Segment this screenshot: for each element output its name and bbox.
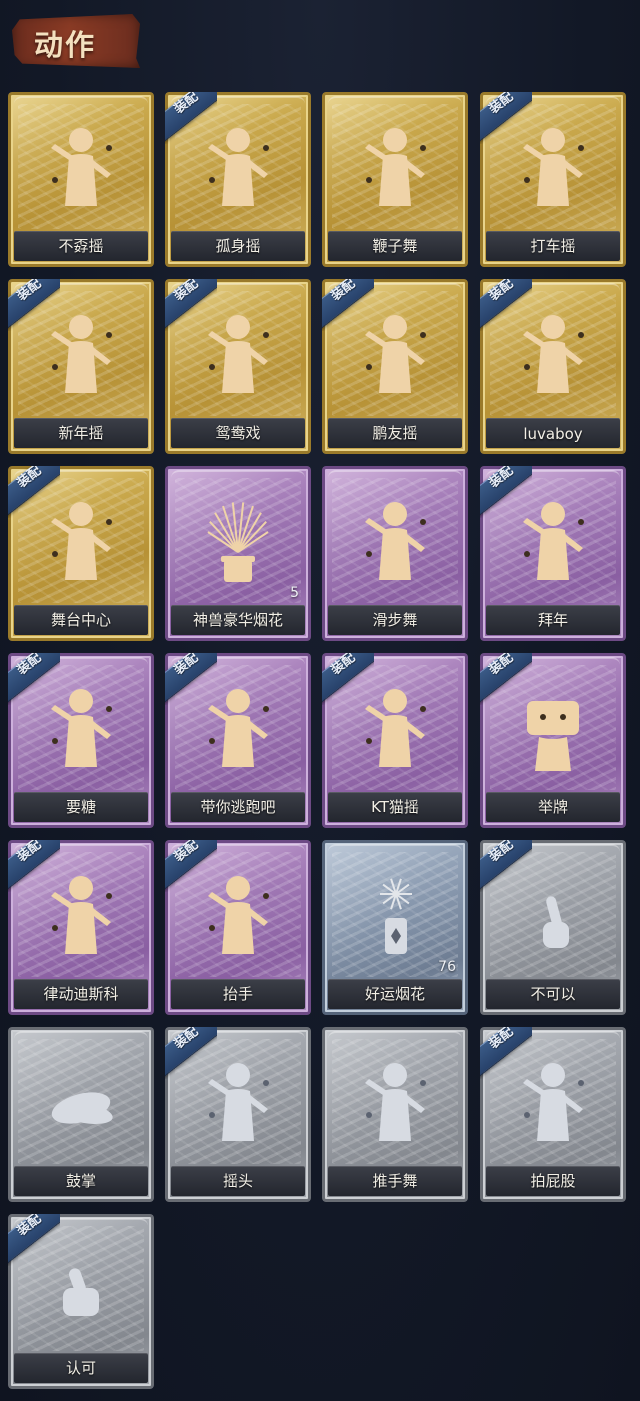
emote-card[interactable]: 鞭子舞	[322, 92, 468, 267]
card-label: 新年摇	[58, 424, 104, 442]
emote-grid: 不孬摇 孤身摇 装配 鞭子舞 打车摇 装配 新年摇 装配 鸳鸯戏 装配 鹏友摇 装配 luvaboy 装配…	[0, 0, 640, 1401]
clap-hands-icon	[41, 1053, 121, 1153]
equipped-badge: 装配	[480, 1027, 532, 1079]
card-label: 滑步舞	[372, 611, 418, 629]
emote-card[interactable]: 不孬摇	[8, 92, 154, 267]
card-label: 不孬摇	[58, 237, 104, 255]
dance-figure-icon	[41, 118, 121, 218]
card-label: luvaboy	[523, 425, 583, 443]
equipped-badge: 装配	[480, 653, 532, 705]
card-label: 要糖	[65, 798, 96, 816]
push-hands-figure-icon	[355, 1053, 435, 1153]
emote-card[interactable]: 5 神兽豪华烟花	[165, 466, 311, 641]
emote-card[interactable]: 76 好运烟花	[322, 840, 468, 1015]
card-label: 摇头	[222, 1172, 253, 1190]
card-label: 不可以	[530, 985, 576, 1003]
equipped-badge: 装配	[480, 840, 532, 892]
card-label: 认可	[65, 1359, 96, 1377]
card-label: 鸳鸯戏	[215, 424, 261, 442]
equipped-badge: 装配	[165, 1027, 217, 1079]
equipped-badge: 装配	[165, 92, 217, 144]
emote-card[interactable]: 滑步舞	[322, 466, 468, 641]
equipped-badge: 装配	[480, 92, 532, 144]
equipped-badge: 装配	[322, 653, 374, 705]
card-label: 抬手	[222, 985, 253, 1003]
equipped-badge: 装配	[8, 840, 60, 892]
emote-card[interactable]: 鹏友摇 装配	[322, 279, 468, 454]
card-label: 鼓掌	[65, 1172, 96, 1190]
card-label: 神兽豪华烟花	[192, 611, 283, 629]
card-label: 舞台中心	[50, 611, 111, 629]
emote-card[interactable]: 拜年 装配	[480, 466, 626, 641]
emote-card[interactable]: 要糖 装配	[8, 653, 154, 828]
card-label: 拜年	[537, 611, 568, 629]
emote-card[interactable]: 抬手 装配	[165, 840, 311, 1015]
equipped-badge: 装配	[480, 279, 532, 331]
emote-card[interactable]: 不可以 装配	[480, 840, 626, 1015]
card-label: 好运烟花	[364, 985, 425, 1003]
emote-card[interactable]: 舞台中心 装配	[8, 466, 154, 641]
emote-card[interactable]: 律动迪斯科 装配	[8, 840, 154, 1015]
emote-card[interactable]: 鼓掌	[8, 1027, 154, 1202]
dance-figure-icon	[355, 492, 435, 592]
card-label: 拍屁股	[530, 1172, 576, 1190]
card-label: 举牌	[537, 798, 568, 816]
emote-card[interactable]: 举牌 装配	[480, 653, 626, 828]
emote-card[interactable]: 孤身摇 装配	[165, 92, 311, 267]
equipped-badge: 装配	[322, 279, 374, 331]
equipped-badge: 装配	[8, 653, 60, 705]
emote-card[interactable]: 推手舞	[322, 1027, 468, 1202]
card-label: 打车摇	[530, 237, 576, 255]
emote-card[interactable]: luvaboy 装配	[480, 279, 626, 454]
item-count: 76	[438, 959, 456, 975]
emote-card[interactable]: KT猫摇 装配	[322, 653, 468, 828]
fireworks-pot-icon	[198, 492, 278, 592]
card-label: 带你逃跑吧	[200, 798, 276, 816]
emote-card[interactable]: 打车摇 装配	[480, 92, 626, 267]
emote-card[interactable]: 带你逃跑吧 装配	[165, 653, 311, 828]
equipped-badge: 装配	[8, 466, 60, 518]
equipped-badge: 装配	[8, 1214, 60, 1266]
firecracker-icon	[355, 866, 435, 966]
card-label: KT猫摇	[371, 798, 419, 816]
card-label: 推手舞	[372, 1172, 418, 1190]
item-count: 5	[290, 585, 299, 601]
emote-card[interactable]: 拍屁股 装配	[480, 1027, 626, 1202]
equipped-badge: 装配	[165, 653, 217, 705]
card-label: 律动迪斯科	[43, 985, 119, 1003]
card-label: 鹏友摇	[372, 424, 418, 442]
card-label: 鞭子舞	[372, 237, 418, 255]
equipped-badge: 装配	[165, 840, 217, 892]
emote-card[interactable]: 摇头 装配	[165, 1027, 311, 1202]
emote-card[interactable]: 鸳鸯戏 装配	[165, 279, 311, 454]
emote-card[interactable]: 认可 装配	[8, 1214, 154, 1389]
card-label: 孤身摇	[215, 237, 261, 255]
equipped-badge: 装配	[480, 466, 532, 518]
emote-card[interactable]: 新年摇 装配	[8, 279, 154, 454]
equipped-badge: 装配	[8, 279, 60, 331]
dance-figure-icon	[355, 118, 435, 218]
equipped-badge: 装配	[165, 279, 217, 331]
